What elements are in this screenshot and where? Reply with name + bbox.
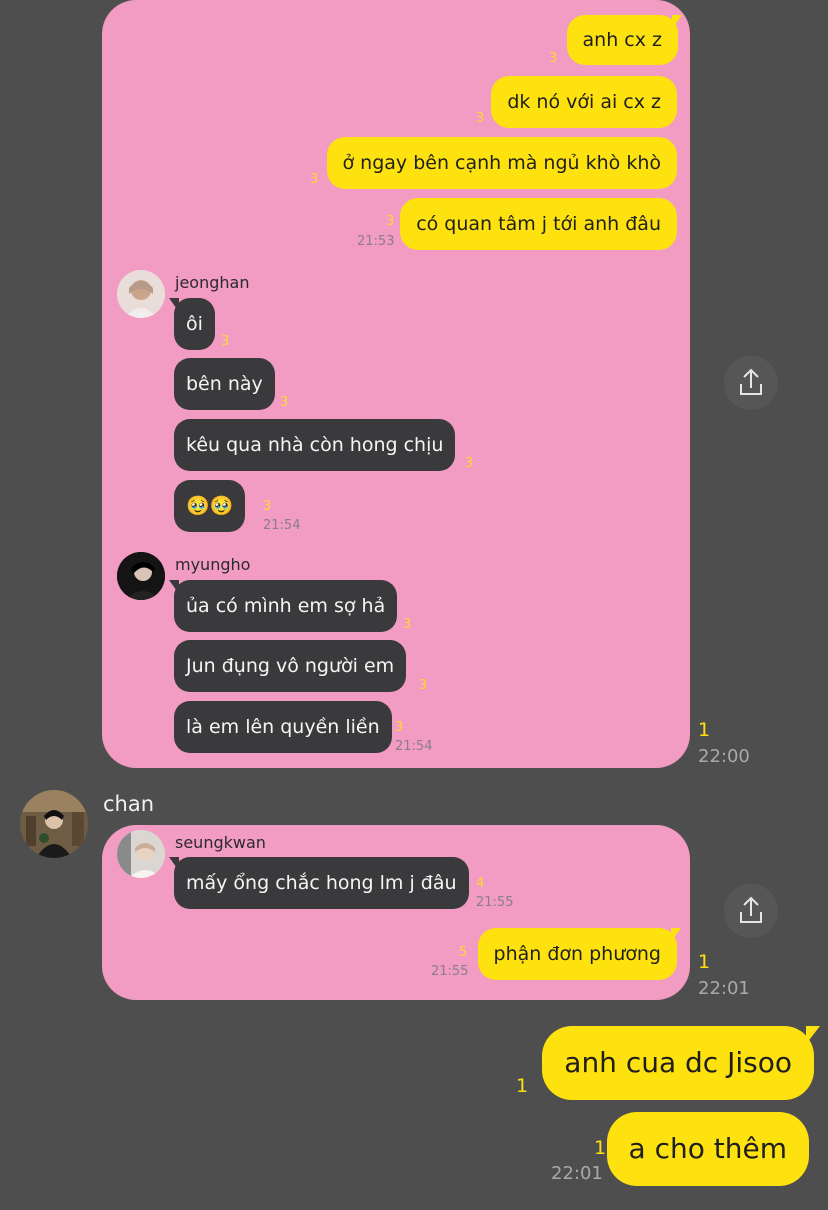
read-count: 3 bbox=[419, 678, 428, 693]
message-text: phận đơn phương bbox=[493, 943, 661, 965]
read-count: 3 bbox=[221, 334, 230, 349]
message-text: Jun đụng vô người em bbox=[186, 655, 395, 677]
read-count: 3 bbox=[549, 51, 558, 66]
read-count: 5 bbox=[459, 945, 468, 960]
read-count: 3 bbox=[403, 617, 412, 632]
avatar-jeonghan[interactable] bbox=[117, 270, 165, 318]
received-bubble[interactable]: là em lên quyền liền bbox=[174, 701, 392, 753]
received-bubble[interactable]: kêu qua nhà còn hong chịu bbox=[174, 419, 456, 471]
avatar-myungho[interactable] bbox=[117, 552, 165, 600]
sent-bubble[interactable]: dk nó với ai cx z bbox=[491, 76, 677, 128]
message-text: anh cua dc Jisoo bbox=[564, 1046, 792, 1079]
sender-name: chan bbox=[103, 792, 155, 816]
received-bubble[interactable]: ủa có mình em sợ hả bbox=[168, 580, 398, 632]
timestamp: 21:55 bbox=[476, 895, 514, 910]
message-text: anh cx z bbox=[582, 29, 662, 51]
share-button[interactable] bbox=[724, 884, 778, 938]
received-bubble[interactable]: mấy ổng chắc hong lm j đâu bbox=[169, 857, 469, 909]
timestamp: 21:54 bbox=[395, 739, 433, 754]
message-text: ủa có mình em sợ hả bbox=[186, 595, 386, 617]
message-text: 🥹🥹 bbox=[186, 495, 234, 517]
received-bubble[interactable]: 🥹🥹 bbox=[174, 480, 246, 532]
read-count: 1 bbox=[594, 1137, 607, 1159]
message-text: là em lên quyền liền bbox=[186, 716, 380, 738]
message-text: có quan tâm j tới anh đâu bbox=[416, 213, 661, 235]
received-bubble[interactable]: ôi bbox=[169, 298, 215, 350]
avatar-chan[interactable] bbox=[20, 790, 88, 858]
read-count: 3 bbox=[386, 214, 395, 229]
read-count: 1 bbox=[516, 1075, 529, 1097]
sent-bubble[interactable]: anh cua dc Jisoo bbox=[542, 1026, 820, 1100]
sender-name: seungkwan bbox=[175, 833, 266, 852]
timestamp: 21:53 bbox=[357, 234, 395, 249]
message-text: bên này bbox=[186, 373, 263, 395]
message-text: dk nó với ai cx z bbox=[507, 91, 661, 113]
sender-name: myungho bbox=[175, 555, 251, 574]
read-count: 4 bbox=[476, 876, 485, 891]
message-text: mấy ổng chắc hong lm j đâu bbox=[186, 872, 457, 894]
share-icon bbox=[740, 896, 762, 923]
share-icon bbox=[740, 368, 762, 395]
read-count: 1 bbox=[698, 951, 711, 973]
message-text: ở ngay bên cạnh mà ngủ khò khò bbox=[342, 152, 662, 174]
avatar-seungkwan[interactable] bbox=[117, 830, 165, 878]
read-count: 3 bbox=[465, 456, 474, 471]
timestamp: 22:01 bbox=[698, 978, 750, 999]
sent-bubble[interactable]: anh cx z bbox=[566, 15, 683, 65]
timestamp: 22:01 bbox=[551, 1163, 603, 1184]
read-count: 3 bbox=[395, 720, 404, 735]
share-button[interactable] bbox=[724, 356, 778, 410]
sent-bubble[interactable]: phận đơn phương bbox=[477, 928, 682, 980]
message-text: a cho thêm bbox=[628, 1132, 787, 1165]
read-count: 1 bbox=[698, 719, 711, 741]
read-count: 3 bbox=[280, 395, 289, 410]
sent-bubble[interactable]: có quan tâm j tới anh đâu bbox=[400, 198, 677, 250]
received-bubble[interactable]: Jun đụng vô người em bbox=[174, 640, 407, 692]
read-count: 3 bbox=[476, 111, 485, 126]
read-count: 3 bbox=[263, 499, 272, 514]
message-text: kêu qua nhà còn hong chịu bbox=[186, 434, 444, 456]
message-text: ôi bbox=[186, 313, 203, 335]
received-bubble[interactable]: bên này bbox=[174, 358, 275, 410]
read-count: 3 bbox=[310, 172, 319, 187]
sent-bubble[interactable]: a cho thêm bbox=[606, 1112, 809, 1186]
timestamp: 22:00 bbox=[698, 746, 750, 767]
sent-bubble[interactable]: ở ngay bên cạnh mà ngủ khò khò bbox=[326, 137, 677, 189]
timestamp: 21:55 bbox=[431, 964, 469, 979]
timestamp: 21:54 bbox=[263, 518, 301, 533]
sender-name: jeonghan bbox=[175, 273, 250, 292]
